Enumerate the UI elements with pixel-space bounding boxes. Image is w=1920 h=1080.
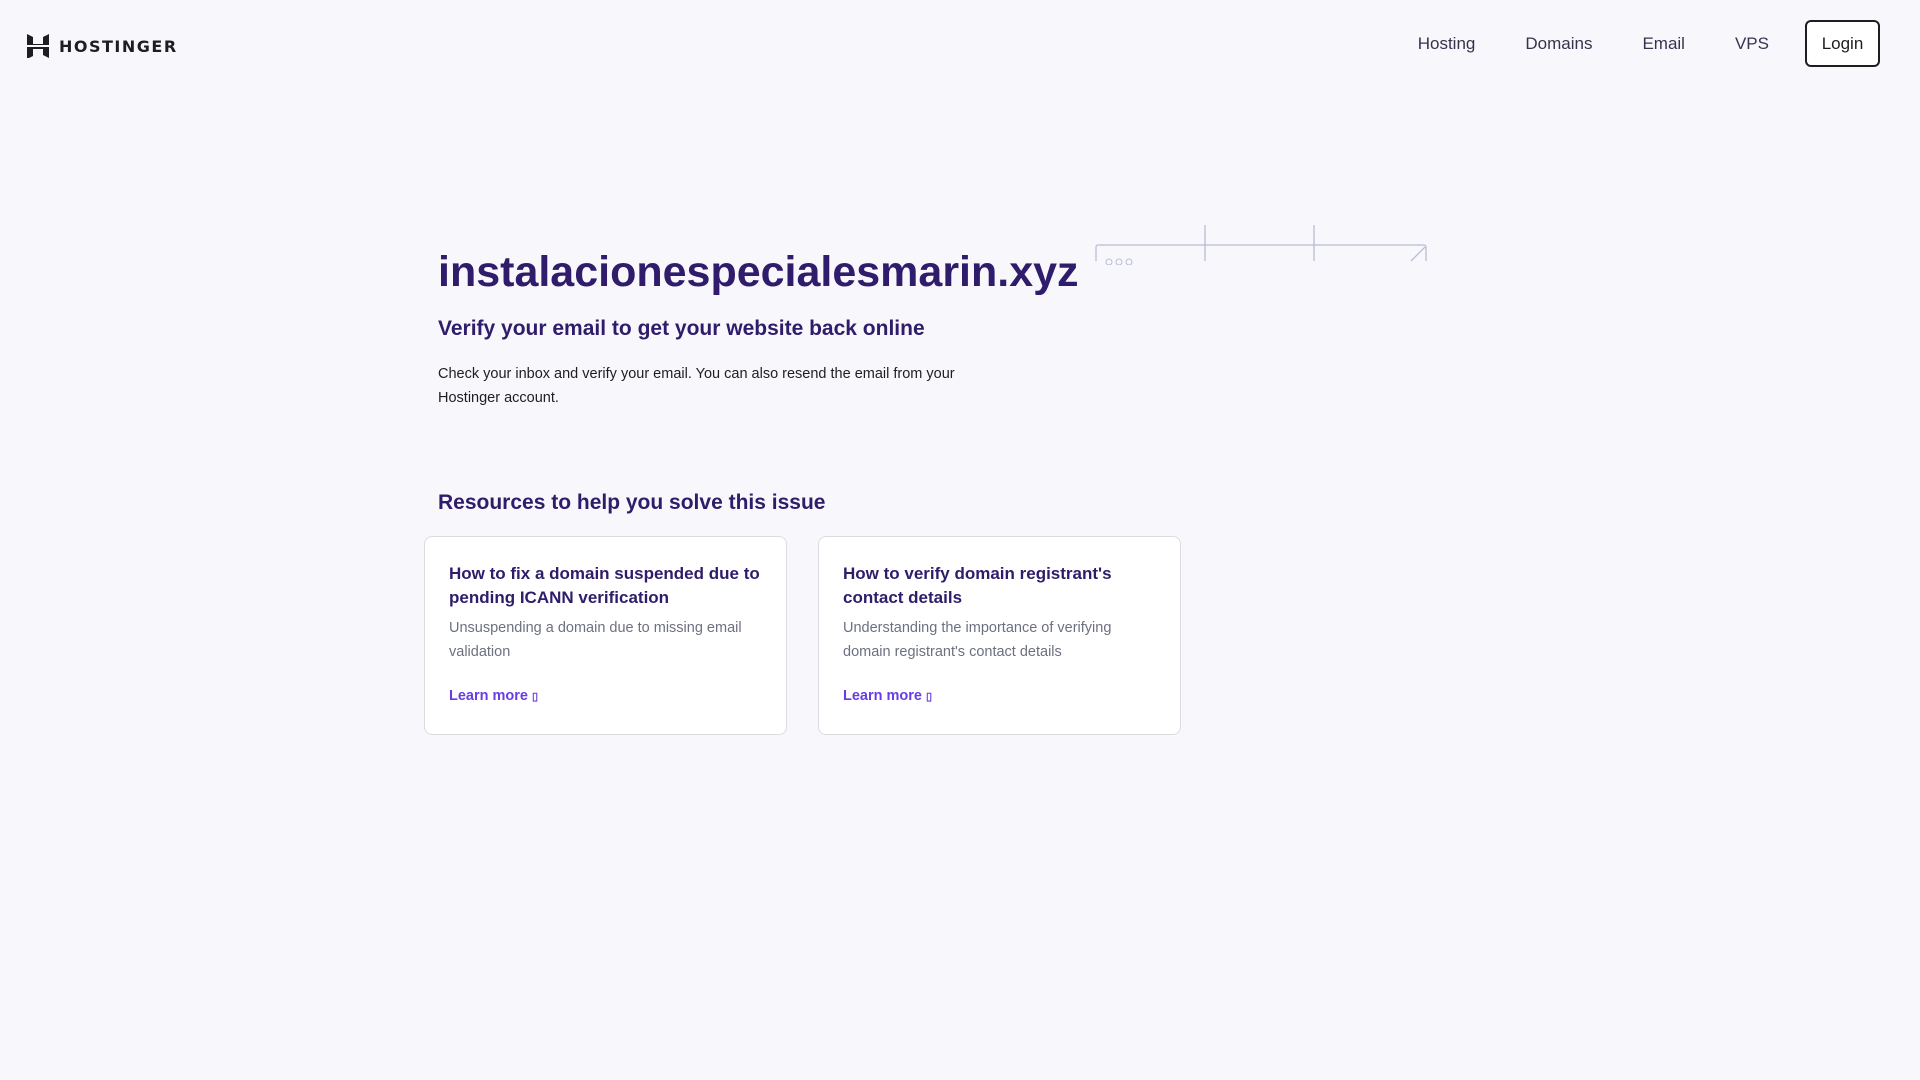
resources-heading: Resources to help you solve this issue [438,491,826,514]
instructions-text: Check your inbox and verify your email. … [438,366,955,406]
logo-text: HOSTINGER [59,36,178,56]
card-title: How to verify domain registrant's contac… [843,564,1112,607]
nav-email[interactable]: Email [1642,34,1685,54]
external-link-icon: ▯ [926,691,933,703]
card-title: How to fix a domain suspended due to pen… [449,564,760,607]
hostinger-h-icon [27,34,49,58]
hostinger-logo[interactable]: HOSTINGER [27,34,178,58]
nav-domains[interactable]: Domains [1525,34,1592,54]
login-button[interactable]: Login [1805,20,1880,67]
card-description: Understanding the importance of verifyin… [843,620,1112,660]
resource-card[interactable]: How to verify domain registrant's contac… [818,536,1181,735]
learn-more-link[interactable]: Learn more ▯ [449,688,538,704]
nav-hosting[interactable]: Hosting [1418,34,1476,54]
learn-more-link[interactable]: Learn more ▯ [843,688,932,704]
browser-illustration [1095,225,1427,265]
nav-vps[interactable]: VPS [1735,34,1769,54]
page-subtitle: Verify your email to get your website ba… [438,317,925,340]
card-description: Unsuspending a domain due to missing ema… [449,620,742,660]
external-link-icon: ▯ [532,691,539,703]
resource-card[interactable]: How to fix a domain suspended due to pen… [424,536,787,735]
page-title: instalacionespecialesmarin.xyz [438,248,1079,296]
top-nav: Hosting Domains Email VPS Login [1418,20,1880,67]
